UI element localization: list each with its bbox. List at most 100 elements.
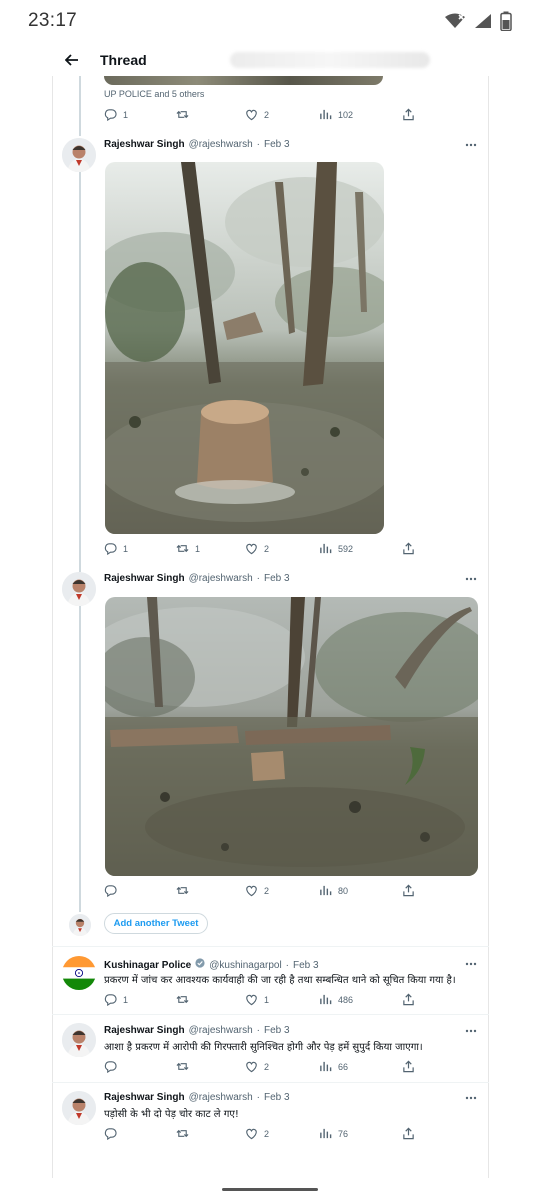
person-avatar-image [62,572,96,606]
share-button[interactable] [402,1060,415,1073]
retweet-button[interactable]: 1 [176,542,200,555]
more-options-button[interactable] [463,574,479,584]
views-button[interactable]: 102 [319,108,353,121]
divider [52,946,489,947]
retweet-button[interactable] [176,884,195,897]
share-icon [403,1127,414,1140]
views-button[interactable]: 592 [319,542,353,555]
author-name[interactable]: Rajeshwar Singh [104,1025,185,1036]
like-button[interactable]: 2 [245,542,269,555]
share-button[interactable] [402,542,415,555]
page-title: Thread [100,52,147,68]
tweet-date[interactable]: Feb 3 [293,960,319,971]
author-handle[interactable]: @kushinagarpol [209,960,281,971]
reply-count: 1 [123,994,129,1005]
author-handle[interactable]: @rajeshwarsh [189,1025,253,1036]
separator: · [285,960,290,971]
avatar[interactable] [62,138,96,172]
share-button[interactable] [402,108,415,121]
tweet-date[interactable]: Feb 3 [264,1092,290,1103]
like-button[interactable]: 2 [245,108,269,121]
views-button[interactable]: 486 [319,993,353,1006]
retweet-button[interactable] [176,1060,195,1073]
tweet-date[interactable]: Feb 3 [264,573,290,584]
status-icons [444,11,512,31]
back-button[interactable] [54,44,90,76]
bar-chart-icon [320,543,332,554]
like-button[interactable]: 1 [245,993,269,1006]
more-options-button[interactable] [463,959,479,969]
like-button[interactable]: 2 [245,884,269,897]
share-icon [403,108,414,121]
compose-avatar [69,914,91,936]
author-handle[interactable]: @rajeshwarsh [189,573,253,584]
divider [52,1082,489,1083]
more-options-button[interactable] [463,1093,479,1103]
tweet-text: आशा है प्रकरण में आरोपी की गिरफ्तारी सुन… [104,1042,423,1053]
retweet-button[interactable] [176,1127,195,1140]
reply-button[interactable]: 1 [104,108,128,121]
forest-stump-image [105,162,384,534]
more-options-button[interactable] [463,140,479,150]
reply-icon [104,885,117,897]
reply-icon [104,1061,117,1073]
share-button[interactable] [402,884,415,897]
retweet-icon [176,886,189,895]
views-count: 76 [338,1128,349,1139]
previous-tweet-actions: 1 2 102 [104,108,416,124]
status-bar: 23:17 [0,0,540,42]
tweet-date[interactable]: Feb 3 [264,1025,290,1036]
bar-chart-icon [320,1061,332,1072]
tweet-photo[interactable] [105,162,384,534]
views-button[interactable]: 80 [319,884,348,897]
author-name[interactable]: Rajeshwar Singh [104,1092,185,1103]
previous-tweet-image[interactable] [104,76,383,85]
reply-icon [104,109,117,121]
reply-button[interactable]: 1 [104,542,128,555]
like-button[interactable]: 2 [245,1060,269,1073]
reply-button[interactable]: 1 [104,993,128,1006]
reply-icon [104,1128,117,1140]
avatar[interactable] [62,572,96,606]
share-button[interactable] [402,1127,415,1140]
person-avatar-image [69,914,91,936]
author-handle[interactable]: @rajeshwarsh [189,139,253,150]
reply-button[interactable] [104,1060,123,1073]
views-button[interactable]: 76 [319,1127,348,1140]
author-name[interactable]: Rajeshwar Singh [104,573,185,584]
tweet-date[interactable]: Feb 3 [264,139,290,150]
add-another-tweet-button[interactable]: Add another Tweet [104,913,208,934]
retweet-button[interactable] [176,993,195,1006]
like-button[interactable]: 2 [245,1127,269,1140]
author-name[interactable]: Rajeshwar Singh [104,139,185,150]
views-count: 66 [338,1061,349,1072]
retweet-button[interactable] [176,108,195,121]
author-handle[interactable]: @rajeshwarsh [189,1092,253,1103]
separator: · [256,573,260,584]
tweet-actions: 2 66 [104,1060,416,1076]
share-button[interactable] [402,993,415,1006]
bar-chart-icon [320,1128,332,1139]
avatar[interactable] [62,1023,96,1057]
status-time: 23:17 [28,10,78,31]
retweet-icon [176,544,189,553]
avatar[interactable] [62,956,96,990]
gesture-nav-handle[interactable] [222,1188,318,1191]
reply-button[interactable] [104,884,123,897]
reply-count: 1 [123,109,129,120]
india-flag-avatar [62,956,96,990]
reply-count: 1 [123,543,129,554]
heart-icon [246,885,257,897]
views-count: 592 [338,543,354,554]
more-icon [465,1096,477,1100]
tweet-actions: 2 80 [104,884,416,900]
like-count: 1 [264,994,270,1005]
author-name[interactable]: Kushinagar Police [104,960,191,971]
reply-button[interactable] [104,1127,123,1140]
avatar[interactable] [62,1091,96,1125]
tweet-photo[interactable] [105,597,478,876]
views-button[interactable]: 66 [319,1060,348,1073]
like-count: 2 [264,109,270,120]
more-options-button[interactable] [463,1026,479,1036]
retweet-icon [176,110,189,119]
